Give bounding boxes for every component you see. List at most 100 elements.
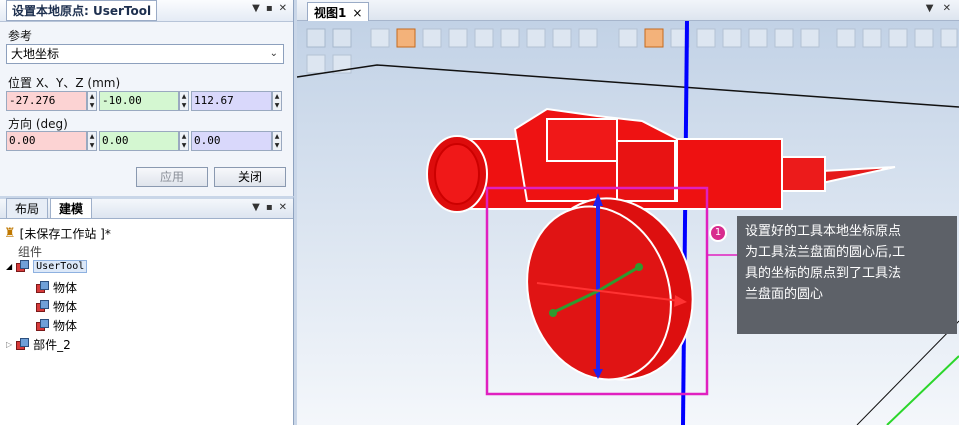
- toolbar-icon[interactable]: [306, 28, 326, 48]
- tree-station[interactable]: ♜ [未保存工作站 ]*: [4, 225, 111, 242]
- station-label: [未保存工作站 ]*: [19, 227, 111, 241]
- toolbar-icon[interactable]: [552, 28, 572, 48]
- chevron-down-icon: ⌄: [269, 48, 278, 59]
- close-icon[interactable]: ×: [352, 6, 362, 20]
- toolbar-icon-active[interactable]: [396, 28, 416, 48]
- tool-component-icon: [16, 260, 30, 273]
- position-y-input[interactable]: -10.00: [99, 91, 179, 111]
- close-button[interactable]: 关闭: [214, 167, 286, 187]
- toolbar-icon[interactable]: [836, 28, 856, 48]
- part-label: 部件_2: [33, 338, 71, 352]
- toolbar-icon[interactable]: [578, 28, 598, 48]
- orientation-label: 方向 (deg): [8, 117, 68, 131]
- toolbar-icon[interactable]: [332, 28, 352, 48]
- annotation-callout: 设置好的工具本地坐标原点 为工具法兰盘面的圆心后,工 具的坐标的原点到了工具法 …: [737, 216, 957, 334]
- toolbar-icon[interactable]: [422, 28, 442, 48]
- position-label: 位置 X、Y、Z (mm): [8, 76, 121, 90]
- 3d-viewport[interactable]: 视图1 × ▼ ✕ 1 设置好的工具本地坐标原点 为工具法兰盘面的圆心后,工 具…: [297, 0, 959, 425]
- callout-line: 兰盘面的圆心: [745, 287, 824, 302]
- pin-dropdown-icon[interactable]: ▼: [252, 202, 260, 213]
- close-icon[interactable]: ✕: [279, 202, 287, 213]
- orientation-y-spinner[interactable]: ▲ ▼: [179, 131, 189, 151]
- tree-body[interactable]: 物体: [36, 298, 77, 315]
- toolbar-icon[interactable]: [774, 28, 794, 48]
- tree-part[interactable]: ▷ 部件_2: [6, 336, 71, 353]
- position-y-spinner[interactable]: ▲ ▼: [179, 91, 189, 111]
- orientation-x-input[interactable]: 0.00: [6, 131, 87, 151]
- auto-hide-icon[interactable]: ▪: [266, 3, 273, 14]
- viewport-header-buttons: ▼ ✕: [926, 3, 951, 14]
- part-icon: [16, 338, 30, 351]
- body-icon: [36, 300, 49, 313]
- toolbar-icon[interactable]: [800, 28, 820, 48]
- group-label: 组件: [18, 245, 43, 259]
- tool-nozzle: [776, 156, 826, 192]
- toolbar-icon[interactable]: [448, 28, 468, 48]
- local-y-handle: [635, 263, 643, 271]
- tool-housing-block: [616, 140, 676, 202]
- toolbar-icon[interactable]: [940, 28, 958, 48]
- reference-select[interactable]: 大地坐标 ⌄: [6, 44, 284, 64]
- orientation-z-spinner[interactable]: ▲ ▼: [272, 131, 282, 151]
- toolbar-icon[interactable]: [914, 28, 934, 48]
- tree-group[interactable]: 组件: [18, 243, 42, 260]
- toolbar-icon[interactable]: [696, 28, 716, 48]
- auto-hide-icon[interactable]: ▪: [266, 202, 273, 213]
- tab-layout[interactable]: 布局: [6, 198, 49, 218]
- pin-dropdown-icon[interactable]: ▼: [252, 3, 260, 14]
- reference-label: 参考: [8, 29, 33, 43]
- panel-header: 设置本地原点: UserTool: [0, 0, 293, 22]
- toolbar-icon[interactable]: [370, 28, 390, 48]
- panel-title: 设置本地原点: UserTool: [6, 0, 158, 21]
- set-local-origin-panel: 设置本地原点: UserTool ▼ ▪ ✕ 参考 大地坐标 ⌄ 位置 X、Y、…: [0, 0, 294, 196]
- dropdown-icon[interactable]: ▼: [926, 3, 934, 14]
- viewport-tab-bar: 视图1 × ▼ ✕: [297, 0, 959, 21]
- position-z-spinner[interactable]: ▲ ▼: [272, 91, 282, 111]
- callout-line: 设置好的工具本地坐标原点: [745, 224, 902, 239]
- tree-usertool[interactable]: ◢ UserTool: [6, 260, 88, 273]
- toolbar-icon[interactable]: [306, 54, 326, 74]
- toolbar-icon[interactable]: [888, 28, 908, 48]
- modeling-browser-panel: 布局 建模 ▼ ▪ ✕ ♜ [未保存工作站 ]* 组件 ◢ UserTool 物…: [0, 196, 294, 425]
- tool-shaft-face: [434, 143, 480, 205]
- toolbar-icon[interactable]: [474, 28, 494, 48]
- callout-number-badge: 1: [709, 224, 727, 242]
- callout-line: 具的坐标的原点到了工具法: [745, 266, 902, 281]
- browser-header-buttons: ▼ ▪ ✕: [252, 202, 287, 213]
- local-y-handle: [549, 309, 557, 317]
- position-x-input[interactable]: -27.276: [6, 91, 87, 111]
- toolbar-icon[interactable]: [618, 28, 638, 48]
- orientation-z-input[interactable]: 0.00: [191, 131, 272, 151]
- toolbar-icon[interactable]: [526, 28, 546, 48]
- toolbar-icon[interactable]: [862, 28, 882, 48]
- view-tab-label: 视图1: [314, 6, 347, 20]
- reference-value: 大地坐标: [11, 47, 60, 61]
- close-icon[interactable]: ✕: [279, 3, 287, 14]
- station-icon: ♜: [4, 226, 16, 241]
- tree-body[interactable]: 物体: [36, 317, 77, 334]
- body-label: 物体: [53, 300, 78, 314]
- browser-tabs: 布局 建模: [0, 198, 293, 219]
- toolbar-icon[interactable]: [500, 28, 520, 48]
- expand-arrow-icon[interactable]: ▷: [6, 340, 12, 349]
- body-label: 物体: [53, 319, 78, 333]
- close-icon[interactable]: ✕: [943, 3, 951, 14]
- tool-housing-block: [546, 118, 618, 162]
- tree-body[interactable]: 物体: [36, 279, 77, 296]
- apply-button[interactable]: 应用: [136, 167, 208, 187]
- toolbar-icon[interactable]: [748, 28, 768, 48]
- usertool-label: UserTool: [33, 260, 88, 273]
- toolbar-icon[interactable]: [722, 28, 742, 48]
- tab-modeling[interactable]: 建模: [50, 198, 93, 218]
- callout-line: 为工具法兰盘面的圆心后,工: [745, 245, 906, 260]
- position-x-spinner[interactable]: ▲ ▼: [87, 91, 97, 111]
- toolbar-icon-active[interactable]: [644, 28, 664, 48]
- collapse-arrow-icon[interactable]: ◢: [6, 262, 12, 271]
- body-icon: [36, 319, 49, 332]
- tab-view1[interactable]: 视图1 ×: [307, 2, 370, 21]
- orientation-y-input[interactable]: 0.00: [99, 131, 179, 151]
- orientation-x-spinner[interactable]: ▲ ▼: [87, 131, 97, 151]
- position-z-input[interactable]: 112.67: [191, 91, 272, 111]
- body-label: 物体: [53, 281, 78, 295]
- panel-header-buttons: ▼ ▪ ✕: [252, 3, 287, 14]
